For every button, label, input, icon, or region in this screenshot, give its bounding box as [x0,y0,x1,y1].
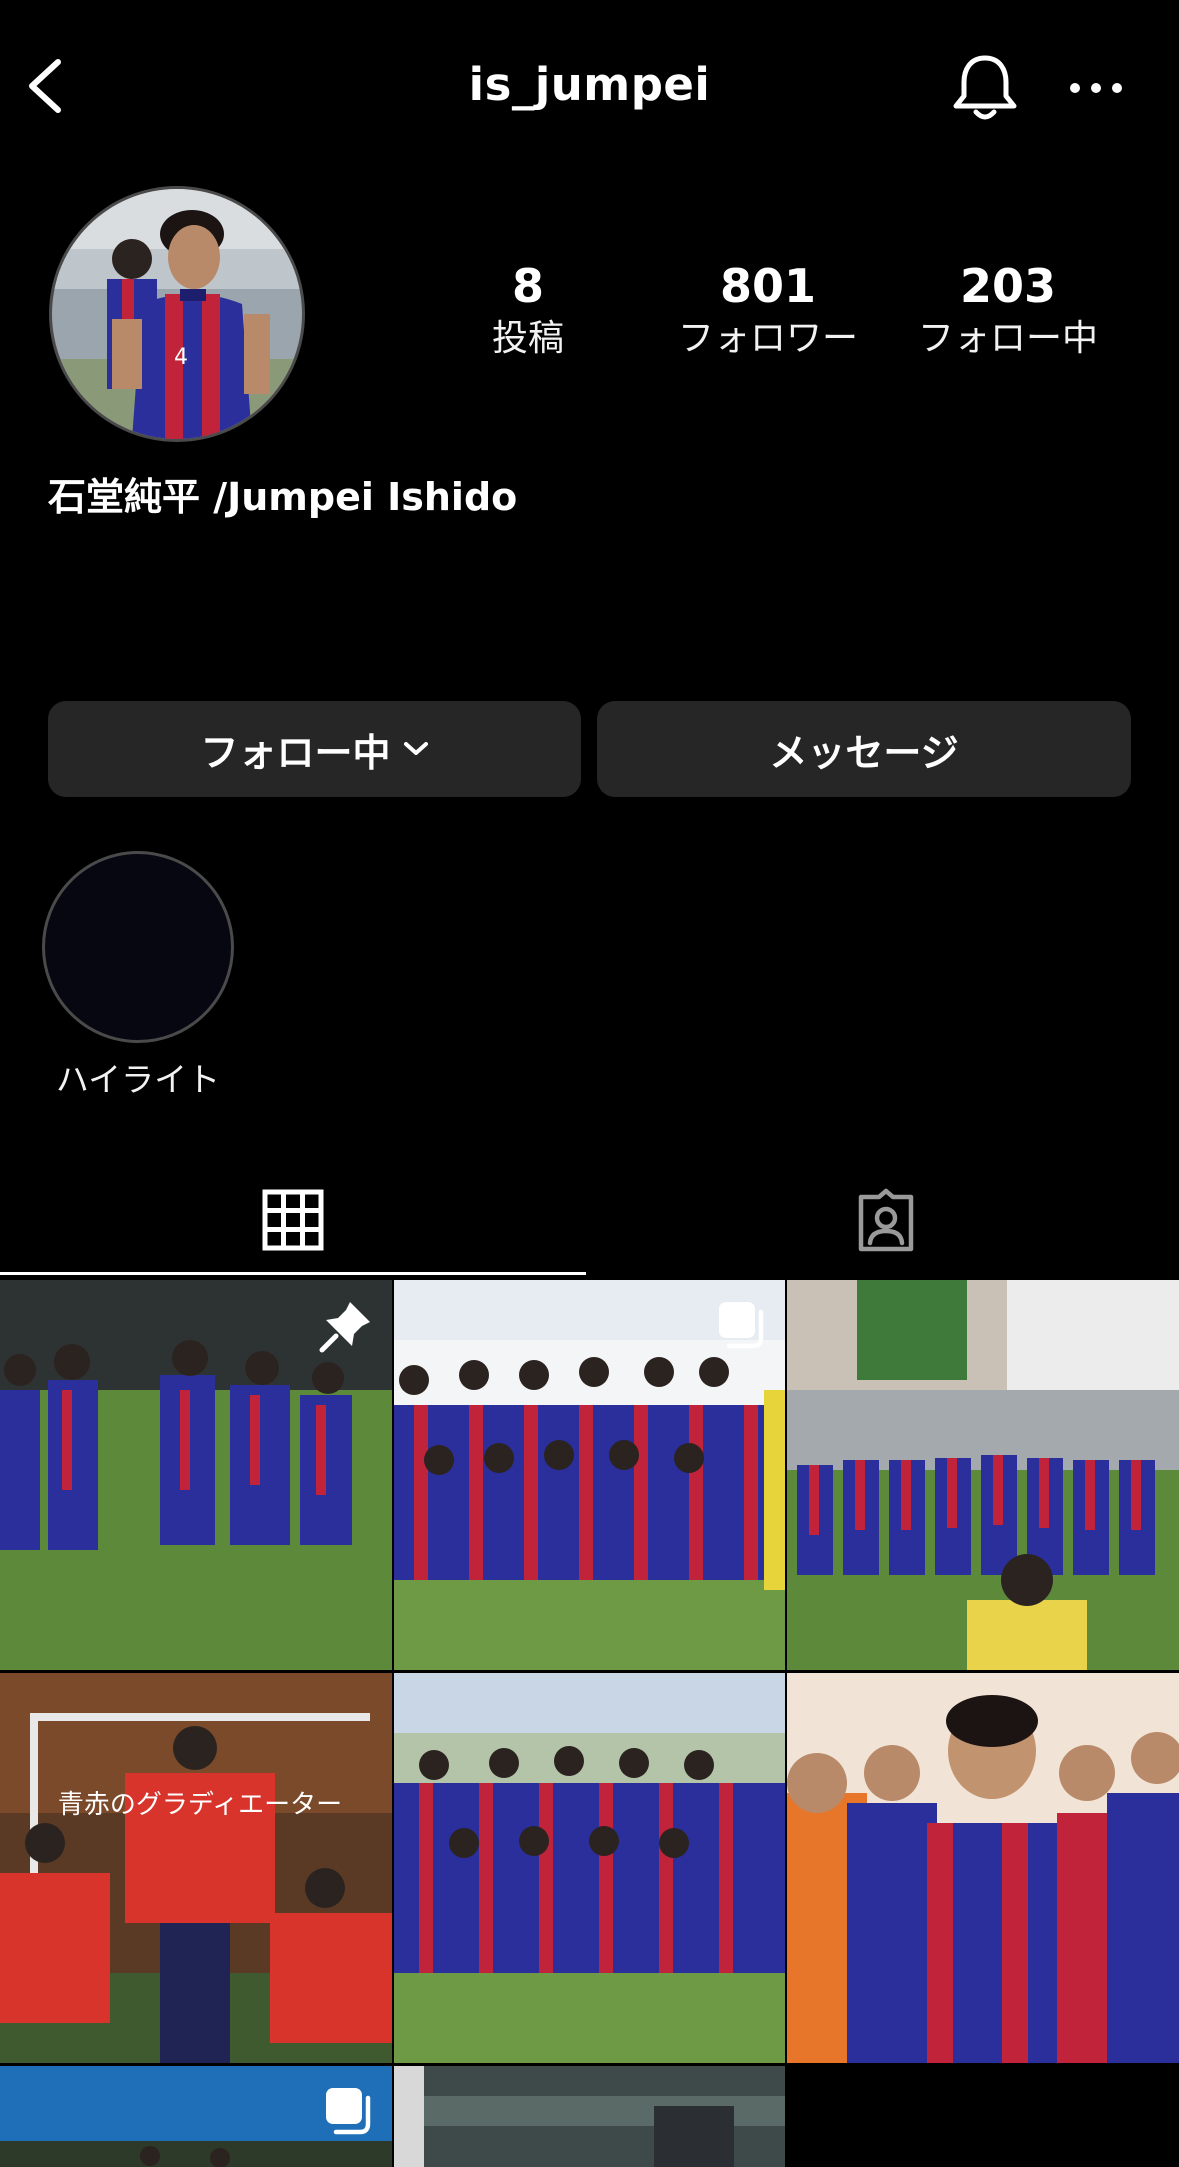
bell-icon [953,55,1017,120]
chevron-down-icon [403,742,428,755]
post-thumbnail[interactable] [0,2066,392,2167]
avatar: 4 [52,189,302,439]
posts-count-stat[interactable]: 8 投稿 [418,258,638,364]
following-count: 203 [959,259,1057,313]
active-tab-indicator [0,1272,586,1275]
top-navigation-bar: is_jumpei [0,0,1179,175]
carousel-icon [326,2088,371,2135]
tab-posts-grid[interactable] [0,1165,586,1275]
more-horizontal-icon [1070,83,1122,93]
followers-count: 801 [719,259,817,313]
tab-tagged-posts[interactable] [593,1165,1179,1275]
pin-icon [319,1302,370,1353]
following-label: フォロー中 [917,318,1098,359]
post-thumbnail[interactable] [394,1280,785,1670]
message-button-label: メッセージ [769,730,959,775]
tagged-person-icon [858,1188,914,1252]
followers-label: フォロワー [677,318,858,359]
banner-text: 青赤のグラディエーター [58,1790,342,1820]
post-thumbnail[interactable] [394,2066,785,2167]
posts-label: 投稿 [491,318,564,359]
followers-count-stat[interactable]: 801 フォロワー [658,258,878,364]
notifications-button[interactable] [950,52,1020,124]
svg-text:4: 4 [174,345,188,370]
post-thumbnail[interactable]: 青赤のグラディエーター [0,1673,392,2063]
more-options-button[interactable] [1068,70,1124,106]
grid-icon [262,1189,324,1251]
story-highlight-label: ハイライト [55,1060,221,1099]
carousel-icon [719,1302,764,1349]
message-button[interactable]: メッセージ [597,701,1131,797]
post-thumbnail[interactable] [787,1280,1179,1670]
story-highlight[interactable] [42,851,234,1043]
following-count-stat[interactable]: 203 フォロー中 [898,258,1118,364]
posts-count: 8 [511,259,544,313]
post-thumbnail[interactable] [394,1673,785,2063]
profile-display-name: 石堂純平 /Jumpei Ishido [48,475,518,519]
following-dropdown-button[interactable]: フォロー中 [48,701,581,797]
following-button-label: フォロー中 [200,730,391,775]
post-thumbnail[interactable] [0,1280,392,1670]
post-thumbnail[interactable] [787,1673,1179,2063]
profile-avatar-button[interactable]: 4 [49,186,305,442]
